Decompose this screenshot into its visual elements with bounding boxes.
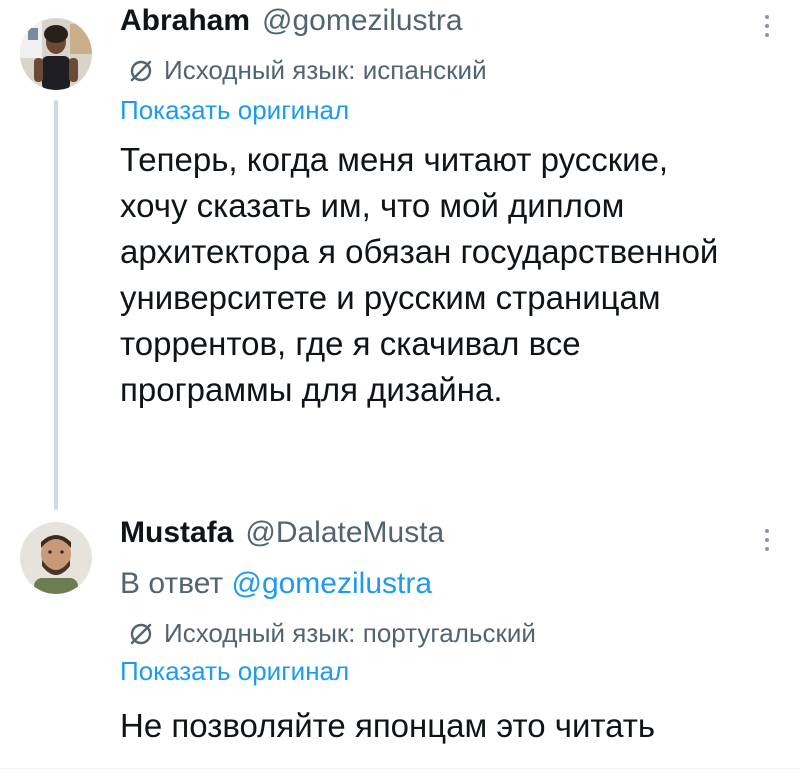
more-vertical-icon[interactable] [760,10,774,44]
divider [0,768,800,769]
show-original-link[interactable]: Показать оригинал [120,95,349,126]
source-language-note: Исходный язык: португальский [128,618,536,649]
source-language-note: Исходный язык: испанский [128,55,487,86]
reply-handle-link[interactable]: @gomezilustra [231,567,432,600]
translate-icon [130,60,152,81]
source-language-text: Исходный язык: португальский [164,618,536,648]
show-original-link[interactable]: Показать оригинал [120,656,349,687]
avatar[interactable] [20,18,92,90]
user-avatar-photo [20,522,92,594]
author-handle[interactable]: @gomezilustra [262,4,463,38]
tweet-text-line: Теперь, когда меня читают русские, [120,141,669,178]
avatar[interactable] [20,522,92,594]
tweet-text-line: архитектора я обязан государственной [120,233,719,270]
tweet-text-line: программы для дизайна. [120,371,503,408]
tweet-text-line: торрентов, где я скачивал все [120,325,581,362]
tweet-text: Теперь, когда меня читают русские, хочу … [120,137,790,413]
translate-icon [130,623,152,644]
tweet-header: Mustafa @DalateMusta [120,516,444,550]
author-name[interactable]: Mustafa [120,516,233,550]
tweet-text: Не позволяйте японцам это читать [120,707,656,744]
author-name[interactable]: Abraham [120,4,250,38]
source-language-text: Исходный язык: испанский [164,55,487,85]
tweet-text-line: университете и русским страницам [120,279,661,316]
tweet-text-line: хочу сказать им, что мой диплом [120,187,625,224]
thread-connector-line [54,100,58,510]
tweet-header: Abraham @gomezilustra [120,4,463,38]
reply-prefix: В ответ [120,567,224,600]
user-avatar-photo [20,18,92,90]
author-handle[interactable]: @DalateMusta [245,516,444,550]
more-vertical-icon[interactable] [760,524,774,558]
reply-context: В ответ @gomezilustra [120,567,432,601]
